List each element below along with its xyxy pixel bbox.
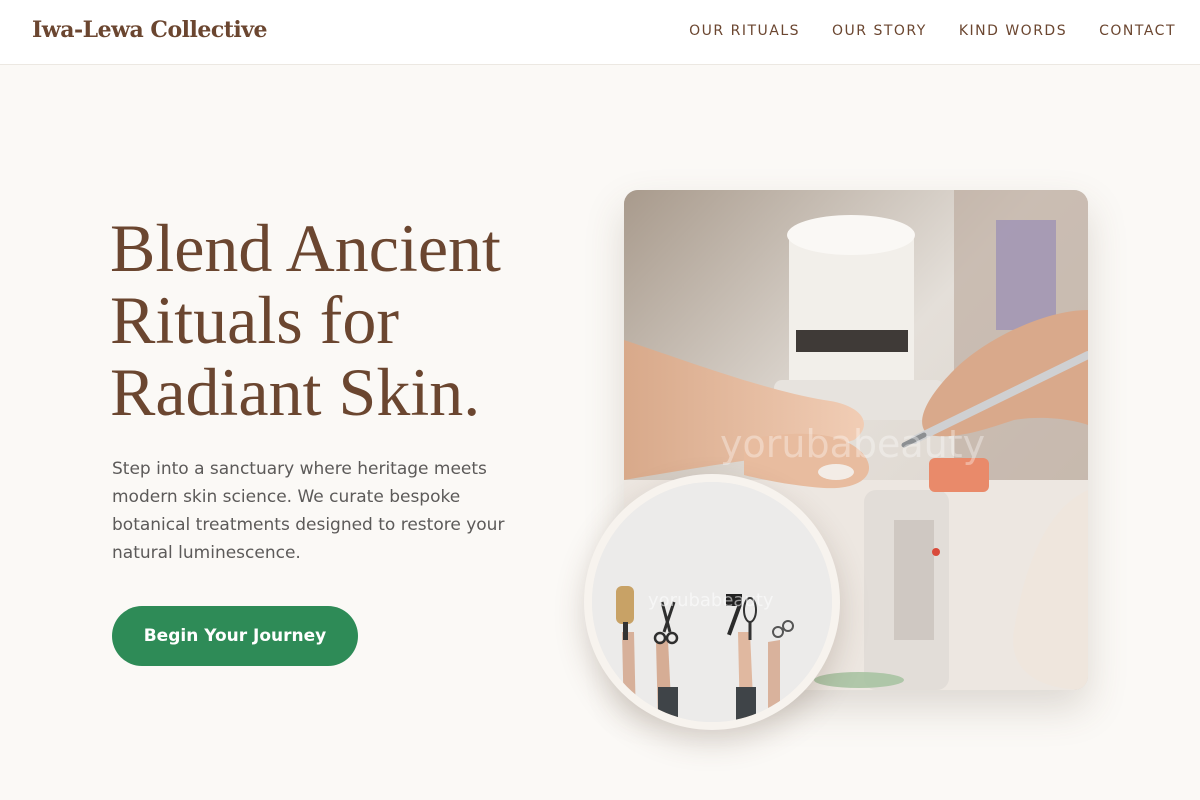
circle-photo-watermark: yorubabeauty: [648, 590, 774, 611]
hero-title-line-1: Blend Ancient: [110, 210, 501, 286]
nav-contact[interactable]: CONTACT: [1099, 23, 1176, 39]
hero-title-line-3: Radiant Skin.: [110, 354, 481, 430]
nav-our-story[interactable]: OUR STORY: [832, 23, 927, 39]
circle-photo-inner: yorubabeauty: [592, 482, 832, 722]
hero-subtitle: Step into a sanctuary where heritage mee…: [112, 459, 505, 563]
nav-kind-words[interactable]: KIND WORDS: [959, 23, 1067, 39]
brand-logo[interactable]: Iwa-Lewa Collective: [32, 17, 268, 43]
site-header: Iwa-Lewa Collective OUR RITUALS OUR STOR…: [0, 0, 1200, 65]
main-nav: OUR RITUALS OUR STORY KIND WORDS CONTACT: [689, 23, 1176, 39]
begin-journey-button[interactable]: Begin Your Journey: [112, 606, 358, 666]
main-photo-watermark: yorubabeauty: [720, 422, 986, 466]
hero-title-line-2: Rituals for: [110, 282, 399, 358]
hero-title: Blend Ancient Rituals for Radiant Skin.: [110, 212, 580, 428]
nav-our-rituals[interactable]: OUR RITUALS: [689, 23, 800, 39]
hero-circle-photo: yorubabeauty: [584, 474, 840, 730]
